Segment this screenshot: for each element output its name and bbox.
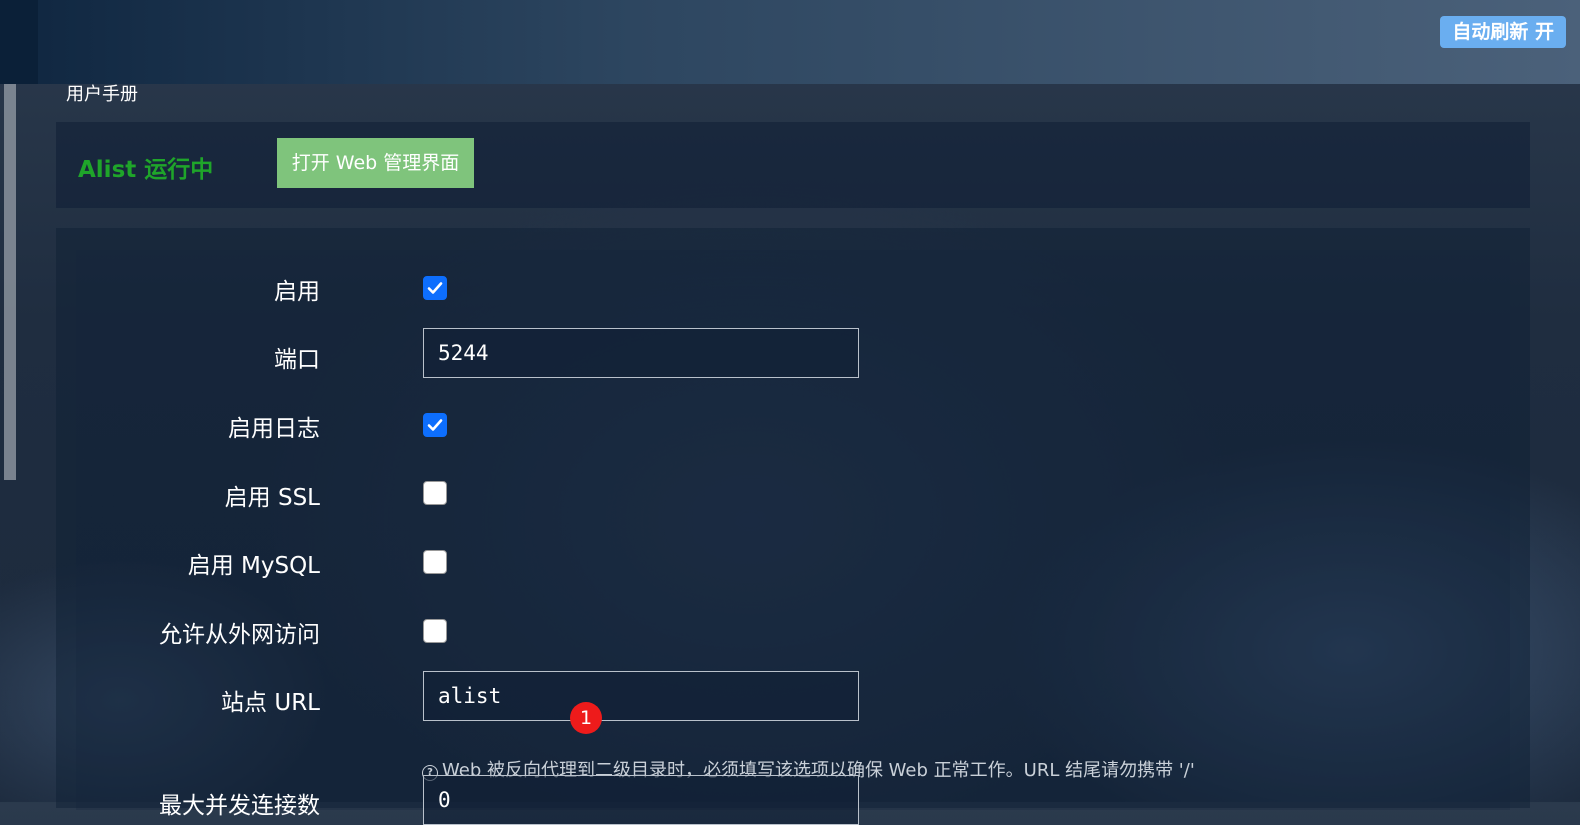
settings-form-panel: 启用 端口 5244 启用日志 启用 SSL 启用 MySQL 允许从外网访问 … <box>56 228 1530 825</box>
max-connections-input[interactable]: 0 <box>423 775 859 825</box>
enable-ssl-checkbox[interactable] <box>423 481 447 505</box>
enable-checkbox[interactable] <box>423 276 447 300</box>
auto-refresh-button[interactable]: 自动刷新 开 <box>1440 16 1566 48</box>
enable-label: 启用 <box>274 279 320 305</box>
enable-mysql-checkbox[interactable] <box>423 550 447 574</box>
open-web-ui-button[interactable]: 打开 Web 管理界面 <box>277 138 474 188</box>
site-url-input[interactable]: alist <box>423 671 859 721</box>
port-label: 端口 <box>274 347 320 373</box>
max-connections-label: 最大并发连接数 <box>159 793 320 819</box>
service-status-text: Alist 运行中 <box>78 157 214 183</box>
top-bar: 自动刷新 开 <box>0 0 1580 84</box>
enable-ssl-label: 启用 SSL <box>224 485 320 511</box>
external-access-label: 允许从外网访问 <box>159 622 320 648</box>
port-input[interactable]: 5244 <box>423 328 859 378</box>
status-panel: Alist 运行中 打开 Web 管理界面 <box>56 122 1530 208</box>
user-manual-link[interactable]: 用户手册 <box>66 80 138 106</box>
enable-log-label: 启用日志 <box>228 416 320 442</box>
external-access-checkbox[interactable] <box>423 619 447 643</box>
settings-form: 启用 端口 5244 启用日志 启用 SSL 启用 MySQL 允许从外网访问 … <box>76 250 1510 825</box>
site-url-label: 站点 URL <box>221 690 320 716</box>
enable-mysql-label: 启用 MySQL <box>187 553 320 579</box>
page-scrollbar[interactable] <box>4 84 16 480</box>
top-bar-left-strip <box>0 0 38 84</box>
enable-log-checkbox[interactable] <box>423 413 447 437</box>
annotation-badge: 1 <box>570 702 602 734</box>
